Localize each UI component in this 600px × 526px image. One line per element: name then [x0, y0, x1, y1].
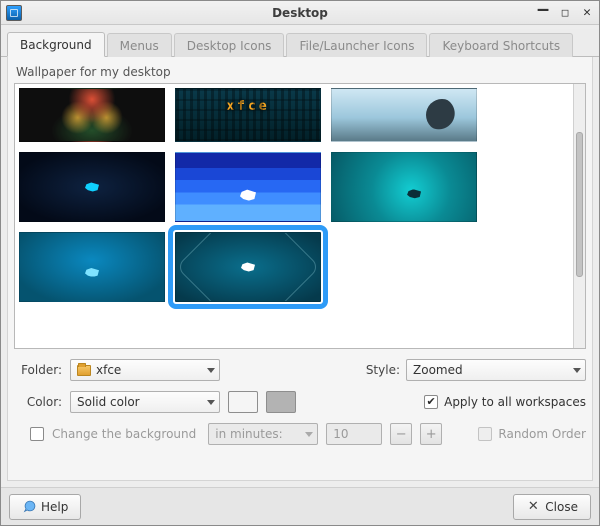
chevron-down-icon: [573, 368, 581, 373]
help-button-label: Help: [41, 500, 68, 514]
interval-decrement-button[interactable]: −: [390, 423, 412, 445]
dialog-action-bar: Help ✕ Close: [1, 487, 599, 525]
change-background-unit-combo[interactable]: in minutes:: [208, 423, 318, 445]
app-icon: [6, 5, 22, 21]
minimize-button[interactable]: –: [535, 4, 551, 20]
wallpaper-item[interactable]: [331, 152, 477, 222]
tab-bar: Background Menus Desktop Icons File/Laun…: [1, 29, 599, 57]
row-folder-style: Folder: xfce Style: Zoomed: [14, 357, 586, 383]
window-buttons: – □ ✕: [535, 4, 595, 20]
chevron-down-icon: [207, 368, 215, 373]
change-background-interval-value: 10: [333, 427, 379, 441]
color-label: Color:: [14, 395, 62, 409]
style-combo[interactable]: Zoomed: [406, 359, 586, 381]
desktop-settings-window: Desktop – □ ✕ Background Menus Desktop I…: [0, 0, 600, 526]
wallpaper-item[interactable]: [19, 152, 165, 222]
close-window-button[interactable]: ✕: [579, 4, 595, 20]
change-background-checkbox[interactable]: [30, 427, 44, 441]
help-icon: [22, 500, 36, 514]
wallpaper-item[interactable]: [331, 88, 477, 142]
folder-icon: [77, 365, 91, 376]
titlebar: Desktop – □ ✕: [1, 1, 599, 25]
tab-file-launcher-icons[interactable]: File/Launcher Icons: [286, 33, 427, 57]
wallpaper-scrollbar[interactable]: [573, 84, 585, 348]
close-button[interactable]: ✕ Close: [513, 494, 591, 520]
color-mode-value: Solid color: [77, 395, 140, 409]
wallpaper-item[interactable]: [19, 232, 165, 302]
folder-value: xfce: [96, 363, 121, 377]
apply-all-workspaces-label: Apply to all workspaces: [444, 395, 586, 409]
background-form: Folder: xfce Style: Zoomed Color:: [14, 357, 586, 447]
style-label: Style:: [366, 363, 400, 377]
help-button[interactable]: Help: [9, 494, 81, 520]
tab-keyboard-shortcuts[interactable]: Keyboard Shortcuts: [429, 33, 573, 57]
color-mode-combo[interactable]: Solid color: [70, 391, 220, 413]
wallpaper-item[interactable]: xfce: [175, 88, 321, 142]
wallpaper-item[interactable]: [19, 88, 165, 142]
close-button-label: Close: [545, 500, 578, 514]
change-background-unit-value: in minutes:: [215, 427, 282, 441]
window-title: Desktop: [1, 6, 599, 20]
wallpaper-item[interactable]: [175, 152, 321, 222]
style-value: Zoomed: [413, 363, 463, 377]
primary-color-button[interactable]: [228, 391, 258, 413]
tab-content-background: Wallpaper for my desktop xfce: [7, 57, 593, 481]
wallpaper-heading: Wallpaper for my desktop: [16, 65, 586, 79]
folder-label: Folder:: [14, 363, 62, 377]
interval-increment-button[interactable]: +: [420, 423, 442, 445]
random-order-checkbox[interactable]: [478, 427, 492, 441]
secondary-color-button[interactable]: [266, 391, 296, 413]
wallpaper-grid: xfce: [19, 88, 581, 302]
tab-menus[interactable]: Menus: [107, 33, 172, 57]
maximize-button[interactable]: □: [557, 4, 573, 20]
chevron-down-icon: [305, 432, 313, 437]
folder-combo[interactable]: xfce: [70, 359, 220, 381]
wallpaper-list: xfce: [14, 83, 586, 349]
row-change-background: Change the background in minutes: 10 − +…: [14, 421, 586, 447]
scrollbar-thumb[interactable]: [576, 132, 583, 277]
apply-all-workspaces-checkbox[interactable]: [424, 395, 438, 409]
row-color-apply: Color: Solid color Apply to all workspac…: [14, 389, 586, 415]
change-background-interval-spin[interactable]: 10: [326, 423, 382, 445]
random-order-label: Random Order: [498, 427, 586, 441]
chevron-down-icon: [207, 400, 215, 405]
change-background-label: Change the background: [52, 427, 196, 441]
tab-background[interactable]: Background: [7, 32, 105, 57]
close-icon: ✕: [526, 500, 540, 514]
wallpaper-item-selected[interactable]: [175, 232, 321, 302]
tab-desktop-icons[interactable]: Desktop Icons: [174, 33, 285, 57]
